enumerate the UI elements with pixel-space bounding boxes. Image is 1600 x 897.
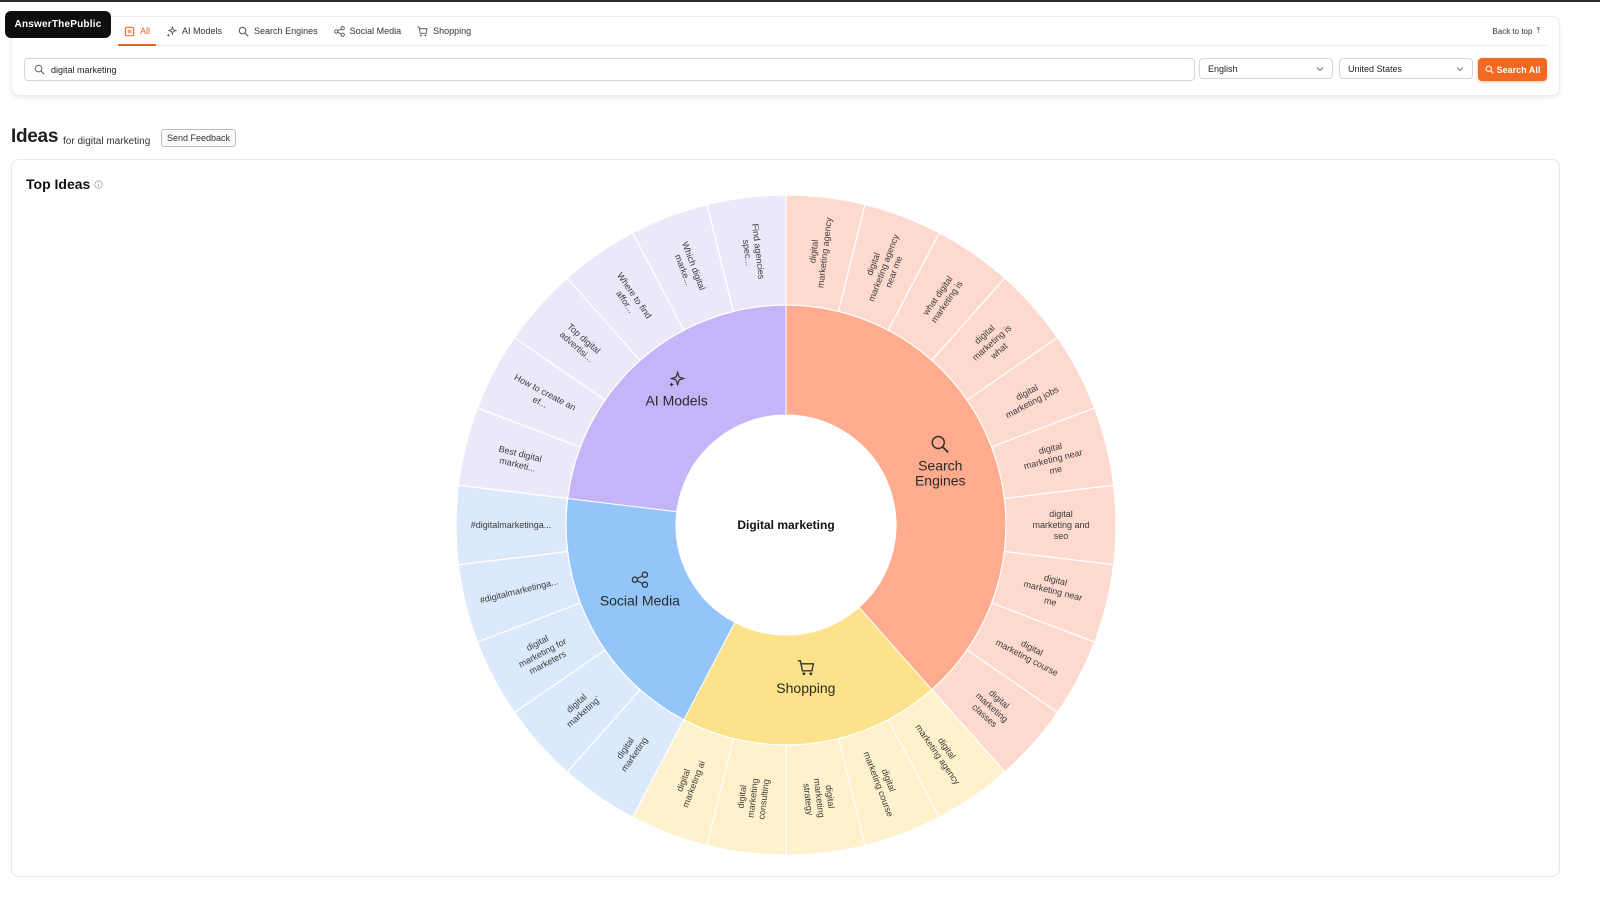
share-icon <box>333 25 345 37</box>
category-label-line: Engines <box>915 472 966 488</box>
category-label-line: Shopping <box>776 680 835 696</box>
nav-tabs: All AI Models Search Engines Social Medi… <box>118 18 481 46</box>
category-label-shopping: Shopping <box>776 680 835 696</box>
cart-icon <box>417 25 428 36</box>
tab-shopping-label: Shopping <box>433 26 472 36</box>
search-icon <box>238 26 249 36</box>
category-label-search-engines: Search Engines <box>915 457 966 488</box>
tab-social-media-label: Social Media <box>349 26 402 36</box>
idea-label-line: digital <box>1049 509 1073 519</box>
tab-ai-models-label: AI Models <box>182 26 223 36</box>
tab-all-label: All <box>140 26 151 36</box>
category-label-social-media: Social Media <box>600 593 680 609</box>
sunburst-chart: digitalmarketing agency digitalmarketing … <box>455 194 1117 856</box>
category-label-ai-models: AI Models <box>645 392 707 408</box>
tab-search-engines[interactable]: Search Engines <box>232 18 324 44</box>
all-icon <box>124 26 135 36</box>
tab-search-engines-label: Search Engines <box>254 26 318 36</box>
tab-social-media[interactable]: Social Media <box>328 18 408 44</box>
tab-ai-models[interactable]: AI Models <box>160 18 228 44</box>
idea-label: #digitalmarketinga... <box>471 520 552 530</box>
idea-label-line: #digitalmarketinga... <box>471 520 552 530</box>
app-logo[interactable]: AnswerThePublic <box>5 11 111 38</box>
idea-label-line: marketing and <box>1032 520 1089 530</box>
category-label-line: Social Media <box>600 593 680 609</box>
category-label-line: Search <box>918 457 962 473</box>
category-label-line: AI Models <box>645 392 707 408</box>
idea-label-group: #digitalmarketinga... <box>471 520 552 530</box>
tab-shopping[interactable]: Shopping <box>411 18 477 44</box>
idea-label-line: seo <box>1054 531 1069 541</box>
center-label: Digital marketing <box>737 518 834 532</box>
sparkle-icon <box>166 25 178 37</box>
tab-all[interactable]: All <box>118 18 157 46</box>
